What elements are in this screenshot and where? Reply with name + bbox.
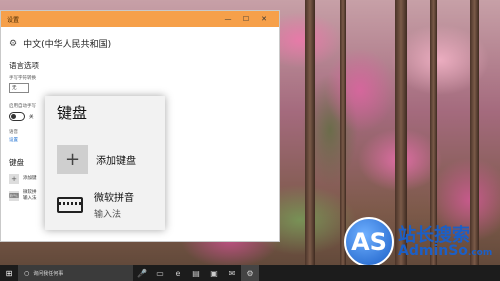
keyboard-flyout: 键盘 + 添加键盘 微软拼音 输入法	[45, 96, 165, 230]
keyboard-icon	[57, 196, 83, 213]
handwriting-label: 手写字符转换	[9, 76, 36, 81]
watermark-logo: AS 站长搜索 AdminSo.com	[344, 217, 496, 267]
window-titlebar[interactable]: 设置 — ☐ ✕	[1, 11, 279, 27]
keyboard-icon: ⌨	[9, 191, 20, 201]
page-title: 中文(中华人民共和国)	[23, 40, 112, 50]
watermark-tld: .com	[467, 248, 493, 258]
edge-browser-icon[interactable]: e	[169, 269, 187, 278]
ime-text: 微软拼音 输入法	[94, 189, 134, 220]
window-title: 设置	[7, 16, 20, 24]
minimize-button[interactable]: —	[219, 15, 237, 23]
ime-option-microsoft-pinyin[interactable]: 微软拼音 输入法	[57, 189, 134, 220]
handwriting-dropdown-value: 无	[12, 86, 17, 91]
settings-taskbar-icon[interactable]: ⚙	[241, 265, 259, 281]
plus-icon: +	[9, 174, 19, 184]
ime-name: 微软拼音	[94, 193, 134, 204]
ime-type: 输入法	[94, 210, 122, 220]
add-keyboard-label: 添加键盘	[96, 156, 136, 167]
handwriting-toggle[interactable]	[9, 112, 25, 121]
ime-item-text: 微软拼 输入法	[23, 190, 37, 202]
ime-item-sub: 输入法	[23, 196, 37, 201]
tree-trunk	[305, 0, 315, 265]
add-keyboard-label: 添加键	[23, 176, 37, 181]
watermark-brand: AdminSo	[398, 243, 468, 259]
add-keyboard-button[interactable]: + 添加键盘	[57, 145, 136, 174]
gear-icon: ⚙	[9, 38, 18, 49]
store-icon[interactable]: ▣	[205, 269, 223, 278]
handwriting-dropdown[interactable]: 无	[9, 83, 29, 93]
task-view-icon[interactable]: ▭	[151, 269, 169, 278]
maximize-button[interactable]: ☐	[237, 15, 255, 23]
section-language-options: 语言选项	[9, 61, 39, 70]
plus-icon: +	[57, 145, 88, 174]
search-placeholder: 询问我任何事	[33, 270, 64, 277]
flyout-title: 键盘	[57, 104, 88, 122]
microphone-icon[interactable]: 🎤	[133, 269, 151, 278]
start-button[interactable]: ⊞	[0, 269, 18, 278]
close-button[interactable]: ✕	[255, 15, 273, 23]
page-header: ⚙ 中文(中华人民共和国)	[9, 37, 271, 51]
file-explorer-icon[interactable]: ▤	[187, 269, 205, 278]
mail-icon[interactable]: ✉	[223, 269, 241, 278]
watermark-line2: AdminSo.com	[398, 243, 492, 259]
taskbar: ⊞ ○ 询问我任何事 🎤 ▭ e ▤ ▣ ✉ ⚙	[0, 265, 500, 281]
cortana-search-box[interactable]: ○ 询问我任何事	[18, 265, 133, 281]
cortana-circle-icon: ○	[24, 269, 30, 277]
watermark-badge: AS	[344, 217, 394, 267]
toggle-state-text: 关	[29, 114, 34, 120]
